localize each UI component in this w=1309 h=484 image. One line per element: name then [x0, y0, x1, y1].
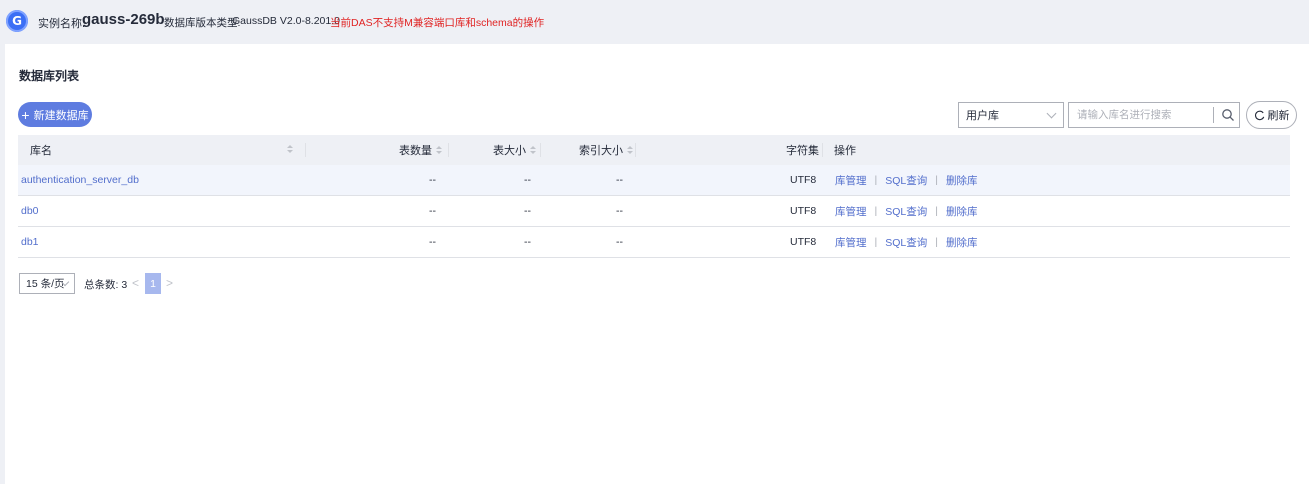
table-row: db1 -- -- -- UTF8 库管理 | SQL查询 | 删除库 — [18, 227, 1290, 258]
col-index-size[interactable]: 索引大小 — [579, 135, 633, 165]
charset-cell: UTF8 — [790, 205, 817, 217]
instance-name: gauss-269b — [82, 11, 165, 28]
table-count-cell: -- — [429, 236, 436, 248]
table-header: 库名 表数量 表大小 索引大小 字符集 操作 — [18, 135, 1290, 165]
index-size-cell: -- — [616, 174, 623, 186]
sort-name-icon[interactable] — [287, 145, 293, 153]
sort-table-size-icon[interactable] — [530, 146, 536, 154]
refresh-icon — [1254, 110, 1264, 120]
chevron-down-icon — [1046, 108, 1057, 119]
table-size-cell: -- — [524, 174, 531, 186]
page-title: 数据库列表 — [19, 69, 80, 83]
delete-db-link[interactable]: 删除库 — [946, 235, 978, 250]
manage-db-link[interactable]: 库管理 — [835, 204, 867, 219]
next-page-button[interactable]: > — [166, 276, 173, 290]
compat-warning: 当前DAS不支持M兼容端口库和schema的操作 — [330, 17, 545, 29]
database-type-value: 用户库 — [966, 110, 999, 122]
col-charset: 字符集 — [786, 145, 819, 157]
sql-query-link[interactable]: SQL查询 — [885, 235, 927, 250]
search-box — [1068, 102, 1240, 128]
db-name-link[interactable]: db1 — [21, 236, 39, 248]
charset-cell: UTF8 — [790, 236, 817, 248]
sort-index-size-icon[interactable] — [627, 146, 633, 154]
actions-cell: 库管理 | SQL查询 | 删除库 — [835, 204, 978, 219]
search-icon[interactable] — [1221, 108, 1235, 122]
table-row: authentication_server_db -- -- -- UTF8 库… — [18, 165, 1290, 196]
index-size-cell: -- — [616, 236, 623, 248]
new-database-button[interactable]: + 新建数据库 — [18, 102, 92, 127]
delete-db-link[interactable]: 删除库 — [946, 173, 978, 188]
col-table-count[interactable]: 表数量 — [399, 135, 442, 165]
prev-page-button[interactable]: < — [132, 276, 139, 290]
page-size-select[interactable]: 15 条/页 — [19, 273, 75, 294]
col-name: 库名 — [30, 145, 52, 157]
sql-query-link[interactable]: SQL查询 — [885, 204, 927, 219]
version-label: 数据库版本类型: — [164, 17, 241, 29]
new-database-label: 新建数据库 — [33, 109, 89, 122]
database-table: 库名 表数量 表大小 索引大小 字符集 操作 authentication_se… — [18, 135, 1290, 258]
table-size-cell: -- — [524, 205, 531, 217]
db-name-link[interactable]: db0 — [21, 205, 39, 217]
gaussdb-logo-icon: G — [6, 10, 28, 32]
total-count: 总条数: 3 — [84, 279, 128, 291]
table-count-cell: -- — [429, 174, 436, 186]
actions-cell: 库管理 | SQL查询 | 删除库 — [835, 235, 978, 250]
col-actions: 操作 — [834, 145, 856, 157]
manage-db-link[interactable]: 库管理 — [835, 173, 867, 188]
instance-label: 实例名称: — [38, 18, 86, 30]
database-type-select[interactable]: 用户库 — [958, 102, 1064, 128]
current-page-button[interactable]: 1 — [145, 273, 161, 294]
refresh-label: 刷新 — [1267, 110, 1290, 122]
refresh-button[interactable]: 刷新 — [1246, 101, 1297, 129]
plus-icon: + — [21, 106, 30, 123]
actions-cell: 库管理 | SQL查询 | 删除库 — [835, 173, 978, 188]
table-size-cell: -- — [524, 236, 531, 248]
instance-header: G 实例名称: gauss-269b 数据库版本类型: GaussDB V2.0… — [0, 0, 1309, 44]
search-divider — [1213, 107, 1214, 123]
charset-cell: UTF8 — [790, 174, 817, 186]
database-list-panel: 数据库列表 + 新建数据库 用户库 刷新 库名 表数量 — [5, 44, 1309, 484]
delete-db-link[interactable]: 删除库 — [946, 204, 978, 219]
sql-query-link[interactable]: SQL查询 — [885, 173, 927, 188]
index-size-cell: -- — [616, 205, 623, 217]
table-row: db0 -- -- -- UTF8 库管理 | SQL查询 | 删除库 — [18, 196, 1290, 227]
version-value: GaussDB V2.0-8.201.0 — [232, 15, 340, 27]
col-table-size[interactable]: 表大小 — [493, 135, 536, 165]
manage-db-link[interactable]: 库管理 — [835, 235, 867, 250]
page-size-value: 15 条/页 — [26, 278, 65, 290]
sort-table-count-icon[interactable] — [436, 146, 442, 154]
db-name-link[interactable]: authentication_server_db — [21, 174, 139, 186]
search-input[interactable] — [1069, 103, 1211, 127]
table-count-cell: -- — [429, 205, 436, 217]
